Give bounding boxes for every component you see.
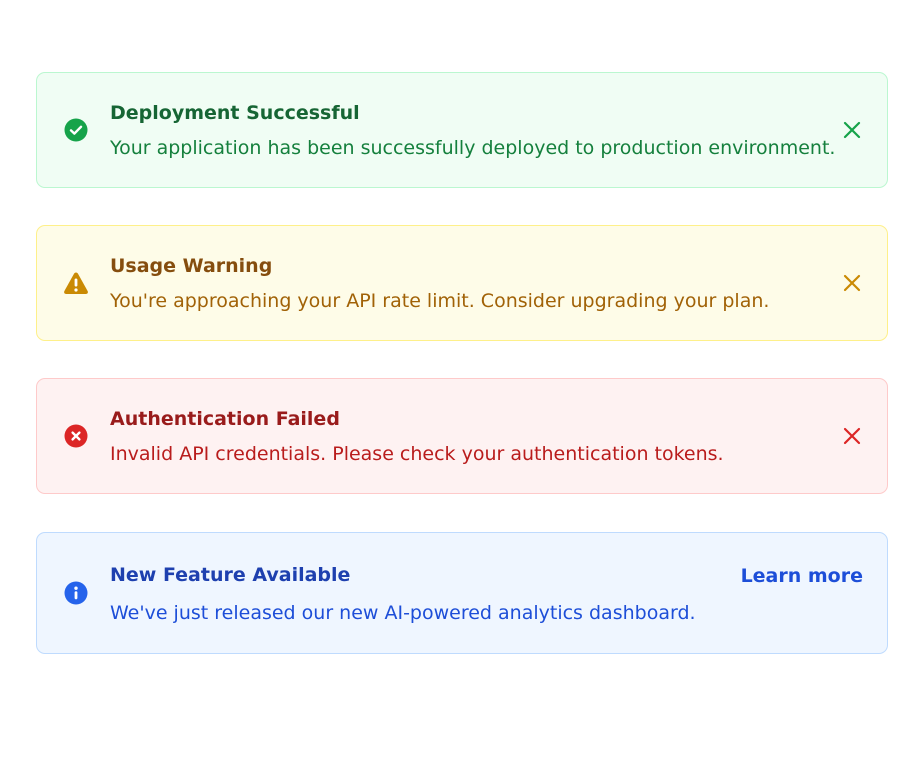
alert-message: You're approaching your API rate limit. … xyxy=(110,290,770,312)
close-icon xyxy=(843,274,861,292)
warning-triangle-icon xyxy=(63,270,89,296)
alert-body: Usage Warning You're approaching your AP… xyxy=(110,252,839,314)
alert-error: Authentication Failed Invalid API creden… xyxy=(36,378,888,494)
alert-message: Your application has been successfully d… xyxy=(110,137,836,159)
close-icon xyxy=(843,121,861,139)
alert-warning: Usage Warning You're approaching your AP… xyxy=(36,225,888,341)
alert-title: Usage Warning xyxy=(110,255,273,277)
alert-title: Deployment Successful xyxy=(110,102,360,124)
dismiss-error-button[interactable] xyxy=(839,423,865,449)
info-circle-icon xyxy=(63,580,89,606)
x-circle-icon xyxy=(63,423,89,449)
learn-more-link[interactable]: Learn more xyxy=(741,565,863,587)
alert-body: Deployment Successful Your application h… xyxy=(110,99,839,161)
alert-message: We've just released our new AI-powered a… xyxy=(110,601,696,624)
alert-title: Authentication Failed xyxy=(110,408,340,430)
alert-info: New Feature Available We've just release… xyxy=(36,532,888,654)
alert-list: Deployment Successful Your application h… xyxy=(36,72,888,654)
close-icon xyxy=(843,427,861,445)
dismiss-warning-button[interactable] xyxy=(839,270,865,296)
check-circle-icon xyxy=(63,117,89,143)
alert-body: Authentication Failed Invalid API creden… xyxy=(110,405,839,467)
alert-success: Deployment Successful Your application h… xyxy=(36,72,888,188)
alert-message: Invalid API credentials. Please check yo… xyxy=(110,443,724,465)
dismiss-success-button[interactable] xyxy=(839,117,865,143)
